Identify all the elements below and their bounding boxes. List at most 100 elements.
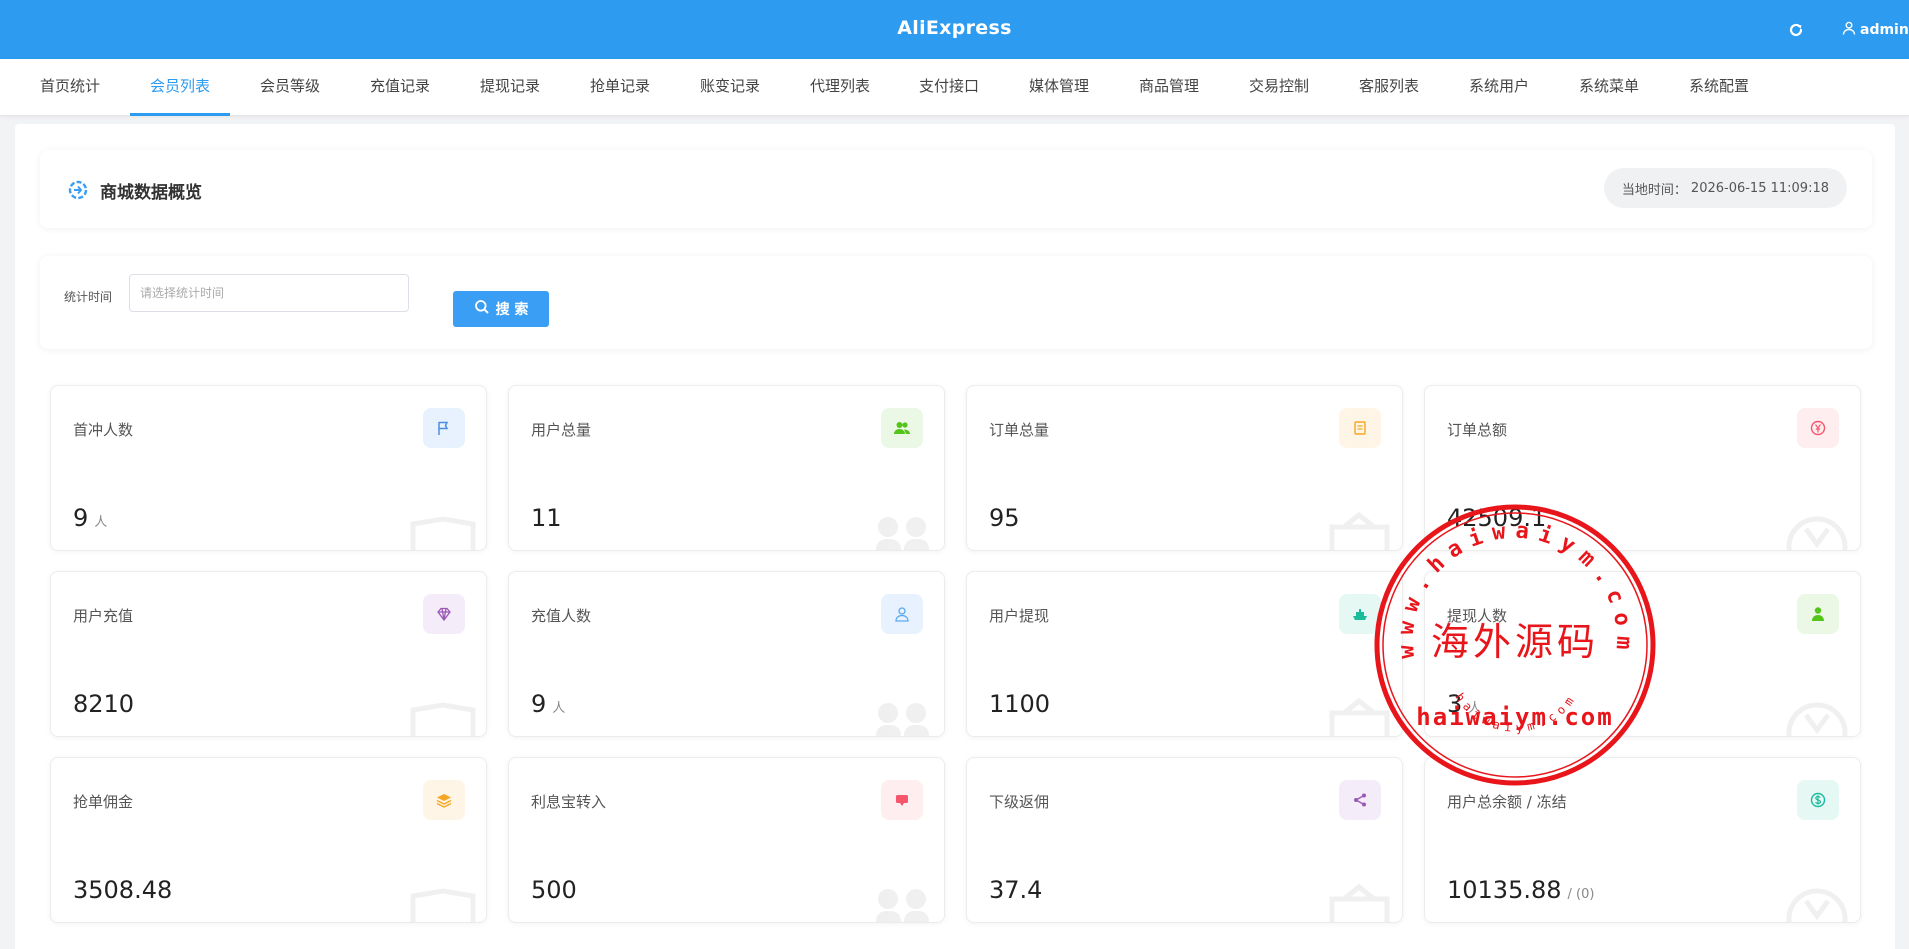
- card-background-icon: [408, 695, 478, 736]
- yen-icon: [1797, 408, 1839, 448]
- stat-card-value-group: 3508.48: [73, 876, 172, 904]
- nav-tab[interactable]: 提现记录: [460, 59, 560, 116]
- stat-card-label: 用户提现: [989, 607, 1050, 625]
- stat-card: 用户充值 8210: [50, 571, 487, 737]
- stat-time-label: 统计时间: [64, 290, 113, 304]
- stat-card-label: 充值人数: [531, 607, 592, 625]
- search-button[interactable]: 搜 索: [453, 291, 549, 327]
- nav-tab[interactable]: 代理列表: [790, 59, 890, 116]
- stat-card-value: 11: [531, 504, 562, 532]
- stat-card-value: 10135.88: [1447, 876, 1562, 904]
- card-background-icon: [408, 509, 478, 550]
- stat-card-label: 提现人数: [1447, 607, 1508, 625]
- time-value: 2026-06-15 11:09:18: [1690, 180, 1829, 196]
- nav-tab[interactable]: 系统配置: [1669, 59, 1769, 116]
- username: admin: [1860, 22, 1909, 38]
- stat-card-value-group: 37.4: [989, 876, 1042, 904]
- stat-card-value: 95: [989, 504, 1020, 532]
- stat-card-value: 9: [73, 504, 89, 532]
- gear-chart-icon: [66, 178, 90, 202]
- app-title: AliExpress: [897, 17, 1012, 39]
- card-background-icon: [1782, 509, 1852, 550]
- stat-card-label: 订单总量: [989, 421, 1050, 439]
- flag-icon: [423, 408, 465, 448]
- stat-card-value: 8210: [73, 690, 135, 718]
- card-background-icon: [866, 881, 936, 922]
- user-outline-icon: [881, 594, 923, 634]
- nav-tab[interactable]: 系统用户: [1449, 59, 1549, 116]
- stat-card-label: 用户总余额 / 冻结: [1447, 793, 1567, 811]
- stat-card-value: 500: [531, 876, 577, 904]
- search-button-label: 搜 索: [495, 302, 529, 318]
- nav-tab[interactable]: 支付接口: [899, 59, 999, 116]
- stat-card-value: 9: [531, 690, 547, 718]
- stat-card-unit: 人: [1468, 701, 1482, 716]
- card-background-icon: [1324, 509, 1394, 550]
- nav-tab[interactable]: 账变记录: [680, 59, 780, 116]
- card-background-icon: [1324, 695, 1394, 736]
- top-header: AliExpress admin: [0, 0, 1909, 59]
- stat-card: 提现人数 3 人: [1424, 571, 1861, 737]
- card-background-icon: [1782, 881, 1852, 922]
- nav-tab[interactable]: 会员列表: [130, 59, 231, 116]
- stat-card-value-group: 8210: [73, 690, 134, 718]
- nav-tab[interactable]: 系统菜单: [1559, 59, 1659, 116]
- stat-time-input[interactable]: [129, 274, 409, 312]
- person-icon: [1797, 594, 1839, 634]
- time-label: 当地时间：: [1621, 182, 1687, 198]
- user-icon: [1842, 21, 1856, 39]
- nav-tab[interactable]: 会员等级: [240, 59, 340, 116]
- stat-card-unit: / (0): [1567, 887, 1595, 902]
- stat-card: 订单总量 95: [966, 385, 1403, 551]
- main-nav: 首页统计 会员列表 会员等级 充值记录 提现记录 抢单记录 账变记录 代理列表 支付接口 媒体管理…: [0, 59, 1909, 116]
- stat-card-unit: 人: [552, 701, 566, 716]
- search-icon: [474, 299, 490, 319]
- nav-tab[interactable]: 首页统计: [20, 59, 120, 116]
- nav-tab[interactable]: 抢单记录: [570, 59, 670, 116]
- stat-card-value-group: 9人: [531, 690, 565, 718]
- stat-card-value: 37.4: [989, 876, 1043, 904]
- stat-card: 下级返佣 37.4: [966, 757, 1403, 923]
- stat-card-label: 订单总额: [1447, 421, 1508, 439]
- share-icon: [1339, 780, 1381, 820]
- stat-card-label: 利息宝转入: [531, 793, 607, 811]
- stat-card: 利息宝转入 500: [508, 757, 945, 923]
- stat-card-value-group: 1100: [989, 690, 1050, 718]
- card-background-icon: [866, 695, 936, 736]
- nav-tab[interactable]: 商品管理: [1119, 59, 1219, 116]
- card-background-icon: [408, 881, 478, 922]
- card-background-icon: [866, 509, 936, 550]
- overview-bar: 商城数据概览 当地时间： 2026-06-15 11:09:18: [40, 150, 1872, 228]
- document-icon: [1339, 408, 1381, 448]
- users-icon: [881, 408, 923, 448]
- stat-card-value-group: 3人: [1447, 690, 1481, 718]
- stat-card-label: 抢单佣金: [73, 793, 134, 811]
- stat-card-value-group: 9人: [73, 504, 107, 532]
- stat-card-value: 1100: [989, 690, 1051, 718]
- stat-card-value-group: 500: [531, 876, 577, 904]
- stat-card: 抢单佣金 3508.48: [50, 757, 487, 923]
- nav-tab[interactable]: 充值记录: [350, 59, 450, 116]
- page-title: 商城数据概览: [100, 183, 202, 203]
- user-menu[interactable]: admin: [1842, 20, 1909, 40]
- nav-tab[interactable]: 媒体管理: [1009, 59, 1109, 116]
- diamond-icon: [423, 594, 465, 634]
- stat-card-label: 首冲人数: [73, 421, 134, 439]
- card-background-icon: [1782, 695, 1852, 736]
- stat-card-label: 用户充值: [73, 607, 134, 625]
- stat-card-value: 3508.48: [73, 876, 173, 904]
- nav-tab[interactable]: 客服列表: [1339, 59, 1439, 116]
- stat-card: 充值人数 9 人: [508, 571, 945, 737]
- current-time-badge: 当地时间： 2026-06-15 11:09:18: [1603, 168, 1847, 208]
- stat-card: 订单总额 42509.1: [1424, 385, 1861, 551]
- refresh-icon[interactable]: [1786, 20, 1806, 40]
- card-background-icon: [1324, 881, 1394, 922]
- nav-tab[interactable]: 交易控制: [1229, 59, 1329, 116]
- layers-icon: [423, 780, 465, 820]
- ship-icon: [1339, 594, 1381, 634]
- stat-card-value: 3: [1447, 690, 1463, 718]
- stat-card-unit: 人: [94, 515, 108, 530]
- stat-card: 用户总量 11: [508, 385, 945, 551]
- stat-card-value: 42509.1: [1447, 504, 1547, 532]
- chat-icon: [881, 780, 923, 820]
